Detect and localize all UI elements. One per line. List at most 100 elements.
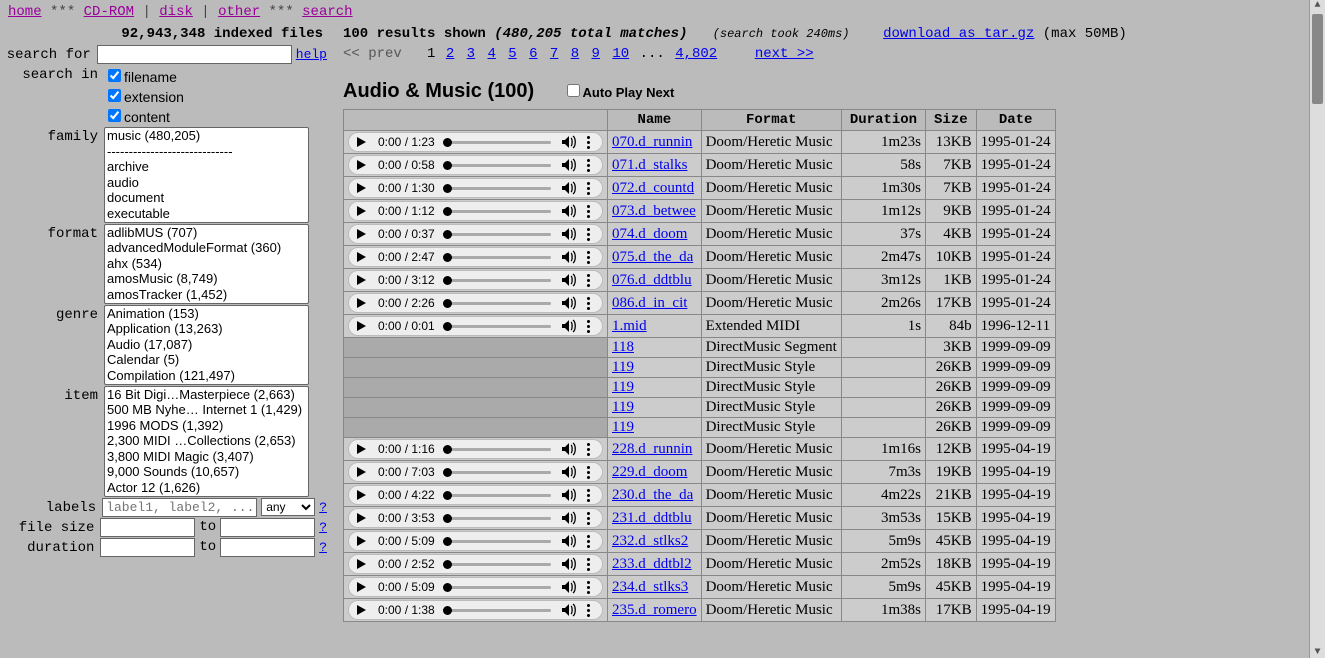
kebab-icon[interactable]	[583, 489, 594, 502]
pager-page[interactable]: 7	[550, 46, 558, 62]
volume-icon[interactable]	[561, 511, 577, 525]
item-select[interactable]: 16 Bit Digi…Masterpiece (2,663)500 MB Ny…	[104, 386, 309, 497]
scroll-up-icon[interactable]: ▲	[1310, 0, 1325, 11]
pager-next[interactable]: next >>	[755, 46, 814, 62]
family-select[interactable]: music (480,205)-------------------------…	[104, 127, 309, 223]
audio-player[interactable]: 0:00 / 5:09	[348, 531, 603, 551]
play-icon[interactable]	[357, 252, 366, 262]
labels-help[interactable]: ?	[315, 500, 331, 515]
file-link[interactable]: 119	[612, 379, 634, 395]
play-icon[interactable]	[357, 206, 366, 216]
download-link[interactable]: download as tar.gz	[883, 26, 1034, 42]
volume-icon[interactable]	[561, 442, 577, 456]
volume-icon[interactable]	[561, 250, 577, 264]
kebab-icon[interactable]	[583, 581, 594, 594]
audio-track[interactable]	[443, 517, 551, 520]
autoplay-checkbox[interactable]	[567, 84, 580, 97]
volume-icon[interactable]	[561, 204, 577, 218]
audio-track[interactable]	[443, 494, 551, 497]
file-link[interactable]: 070.d_runnin	[612, 134, 692, 150]
kebab-icon[interactable]	[583, 297, 594, 310]
help-link[interactable]: help	[292, 47, 331, 62]
scroll-down-icon[interactable]: ▼	[1310, 647, 1325, 658]
audio-track[interactable]	[443, 187, 551, 190]
kebab-icon[interactable]	[583, 274, 594, 287]
audio-track[interactable]	[443, 586, 551, 589]
kebab-icon[interactable]	[583, 604, 594, 617]
audio-track[interactable]	[443, 471, 551, 474]
volume-icon[interactable]	[561, 319, 577, 333]
nav-search[interactable]: search	[302, 4, 352, 20]
file-link[interactable]: 119	[612, 419, 634, 435]
audio-player[interactable]: 0:00 / 2:26	[348, 293, 603, 313]
file-link[interactable]: 073.d_betwee	[612, 203, 696, 219]
volume-icon[interactable]	[561, 580, 577, 594]
pager-page[interactable]: 5	[508, 46, 516, 62]
duration-min[interactable]	[100, 538, 195, 557]
audio-track[interactable]	[443, 233, 551, 236]
labels-input[interactable]	[102, 498, 257, 517]
audio-track[interactable]	[443, 256, 551, 259]
file-link[interactable]: 230.d_the_da	[612, 487, 693, 503]
kebab-icon[interactable]	[583, 228, 594, 241]
audio-player[interactable]: 0:00 / 1:12	[348, 201, 603, 221]
kebab-icon[interactable]	[583, 159, 594, 172]
file-link[interactable]: 119	[612, 359, 634, 375]
kebab-icon[interactable]	[583, 558, 594, 571]
pager-last[interactable]: 4,802	[675, 46, 717, 62]
audio-player[interactable]: 0:00 / 2:52	[348, 554, 603, 574]
audio-track[interactable]	[443, 141, 551, 144]
play-icon[interactable]	[357, 444, 366, 454]
play-icon[interactable]	[357, 582, 366, 592]
audio-player[interactable]: 0:00 / 3:12	[348, 270, 603, 290]
audio-track[interactable]	[443, 164, 551, 167]
filesize-min[interactable]	[100, 518, 195, 537]
play-icon[interactable]	[357, 513, 366, 523]
nav-disk[interactable]: disk	[159, 4, 193, 20]
play-icon[interactable]	[357, 605, 366, 615]
pager-page[interactable]: 4	[487, 46, 495, 62]
play-icon[interactable]	[357, 490, 366, 500]
labels-any-select[interactable]: any	[261, 498, 315, 516]
file-link[interactable]: 232.d_stlks2	[612, 533, 688, 549]
audio-track[interactable]	[443, 563, 551, 566]
search-input[interactable]	[97, 45, 292, 64]
nav-home[interactable]: home	[8, 4, 42, 20]
volume-icon[interactable]	[561, 181, 577, 195]
audio-player[interactable]: 0:00 / 1:38	[348, 600, 603, 620]
audio-track[interactable]	[443, 302, 551, 305]
pager-page[interactable]: 3	[467, 46, 475, 62]
audio-player[interactable]: 0:00 / 4:22	[348, 485, 603, 505]
play-icon[interactable]	[357, 183, 366, 193]
audio-player[interactable]: 0:00 / 5:09	[348, 577, 603, 597]
kebab-icon[interactable]	[583, 466, 594, 479]
volume-icon[interactable]	[561, 534, 577, 548]
kebab-icon[interactable]	[583, 320, 594, 333]
kebab-icon[interactable]	[583, 136, 594, 149]
file-link[interactable]: 234.d_stlks3	[612, 579, 688, 595]
nav-other[interactable]: other	[218, 4, 260, 20]
volume-icon[interactable]	[561, 465, 577, 479]
audio-player[interactable]: 0:00 / 1:16	[348, 439, 603, 459]
kebab-icon[interactable]	[583, 251, 594, 264]
play-icon[interactable]	[357, 229, 366, 239]
pager-page[interactable]: 9	[592, 46, 600, 62]
kebab-icon[interactable]	[583, 512, 594, 525]
nav-cdrom[interactable]: CD-ROM	[84, 4, 134, 20]
pager-page[interactable]: 6	[529, 46, 537, 62]
file-link[interactable]: 231.d_ddtblu	[612, 510, 692, 526]
pager-page[interactable]: 2	[446, 46, 454, 62]
volume-icon[interactable]	[561, 603, 577, 617]
play-icon[interactable]	[357, 467, 366, 477]
audio-player[interactable]: 0:00 / 0:58	[348, 155, 603, 175]
play-icon[interactable]	[357, 275, 366, 285]
kebab-icon[interactable]	[583, 205, 594, 218]
file-link[interactable]: 228.d_runnin	[612, 441, 692, 457]
filesize-max[interactable]	[220, 518, 315, 537]
file-link[interactable]: 076.d_ddtblu	[612, 272, 692, 288]
file-link[interactable]: 229.d_doom	[612, 464, 687, 480]
file-link[interactable]: 075.d_the_da	[612, 249, 693, 265]
kebab-icon[interactable]	[583, 443, 594, 456]
volume-icon[interactable]	[561, 158, 577, 172]
audio-track[interactable]	[443, 210, 551, 213]
